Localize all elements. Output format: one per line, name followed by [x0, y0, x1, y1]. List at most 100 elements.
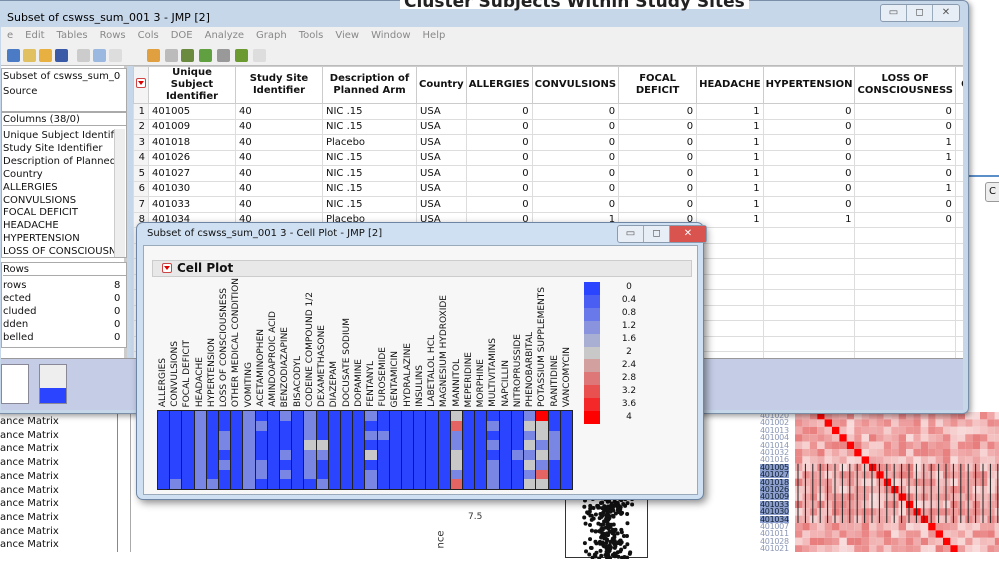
heatmap-cell[interactable]: [438, 479, 450, 489]
heatmap-cell[interactable]: [219, 459, 231, 470]
heatmap-cell[interactable]: [536, 430, 548, 441]
heatmap-cell[interactable]: [280, 469, 292, 480]
table-cell[interactable]: 1: [696, 211, 764, 228]
table-cell[interactable]: USA: [416, 149, 467, 166]
heatmap-cell[interactable]: [499, 430, 511, 441]
heatmap-cell[interactable]: [377, 440, 389, 450]
heatmap-cell[interactable]: [548, 430, 560, 441]
heatmap-cell[interactable]: [255, 479, 267, 489]
row-number[interactable]: 2: [133, 118, 149, 135]
heatmap-cell[interactable]: [524, 469, 536, 480]
table-cell[interactable]: 0: [762, 103, 856, 120]
heatmap-cell[interactable]: [365, 420, 377, 431]
report-list-item[interactable]: ance Matrix: [0, 457, 59, 468]
heatmap-cell[interactable]: [158, 440, 170, 450]
heatmap-cell[interactable]: [548, 479, 560, 489]
heatmap-cell[interactable]: [402, 459, 414, 470]
heatmap-cell[interactable]: [463, 469, 475, 480]
table-cell[interactable]: Placebo: [322, 134, 417, 151]
heatmap-cell[interactable]: [377, 411, 389, 421]
heatmap-cell[interactable]: [414, 450, 426, 460]
heatmap-cell[interactable]: [463, 420, 475, 431]
heatmap-cell[interactable]: [219, 469, 231, 480]
heatmap-cell[interactable]: [536, 411, 548, 421]
heatmap-cell[interactable]: [316, 459, 328, 470]
table-cell[interactable]: NIC .15: [322, 180, 417, 197]
heatmap-cell[interactable]: [536, 420, 548, 431]
heatmap-cell[interactable]: [231, 420, 243, 431]
table-row[interactable]: 4 401026 40 NIC .15 USA 0 0 0 1 0 1: [133, 149, 963, 166]
table-cell[interactable]: 0: [762, 118, 856, 135]
report-list-item[interactable]: ance Matrix: [0, 416, 59, 427]
heatmap-cell[interactable]: [450, 479, 463, 489]
heatmap-cell[interactable]: [158, 430, 170, 441]
table-row[interactable]: 6 401030 40 NIC .15 USA 0 0 0 1 0 1: [133, 180, 963, 197]
heatmap-cell[interactable]: [389, 430, 402, 441]
columns-header[interactable]: Columns (38/0): [3, 114, 127, 126]
heatmap-cell[interactable]: [170, 469, 182, 480]
heatmap-cell[interactable]: [243, 430, 255, 441]
heatmap-cell[interactable]: [280, 440, 292, 450]
heatmap-cell[interactable]: [280, 459, 292, 470]
table-cell[interactable]: 1: [696, 103, 764, 120]
columns-scrollbar[interactable]: [114, 129, 125, 257]
heatmap-cell[interactable]: [231, 469, 243, 480]
menu-tools[interactable]: Tools: [293, 27, 330, 46]
table-cell[interactable]: 1: [696, 180, 764, 197]
heatmap-cell[interactable]: [487, 459, 499, 470]
table-cell[interactable]: 0: [762, 180, 856, 197]
heatmap-cell[interactable]: [426, 440, 438, 450]
heatmap-cell[interactable]: [548, 411, 560, 421]
heatmap-cell[interactable]: [243, 459, 255, 470]
table-cell[interactable]: 0: [465, 180, 533, 197]
menu-e[interactable]: e: [1, 27, 19, 46]
heatmap-cell[interactable]: [170, 450, 182, 460]
column-header[interactable]: Description of Planned Arm: [322, 66, 417, 104]
menu-edit[interactable]: Edit: [19, 27, 50, 46]
report-list-item[interactable]: ance Matrix: [0, 498, 59, 509]
heatmap-cell[interactable]: [170, 459, 182, 470]
data-table-thumbnail[interactable]: [1, 364, 29, 404]
heatmap-cell[interactable]: [487, 450, 499, 460]
table-cell[interactable]: 1: [854, 134, 956, 151]
heatmap-cell[interactable]: [255, 411, 267, 421]
column-list-item[interactable]: CONVULSIONS: [3, 195, 115, 206]
red-triangle-menu-icon[interactable]: [162, 263, 172, 273]
heatmap-cell[interactable]: [426, 450, 438, 460]
table-cell[interactable]: 0: [465, 196, 533, 213]
heatmap-cell[interactable]: [377, 479, 389, 489]
close-button[interactable]: ✕: [933, 5, 959, 21]
heatmap-cell[interactable]: [243, 411, 255, 421]
heatmap-cell[interactable]: [341, 450, 353, 460]
table-cell[interactable]: 0: [762, 196, 856, 213]
table-cell[interactable]: [954, 180, 963, 197]
heatmap-cell[interactable]: [194, 469, 206, 480]
corner-cell[interactable]: [133, 66, 149, 104]
heatmap-cell[interactable]: [316, 420, 328, 431]
copy-icon[interactable]: [93, 49, 106, 62]
heatmap-cell[interactable]: [536, 479, 548, 489]
heatmap-cell[interactable]: [475, 450, 487, 460]
table-cell[interactable]: 1: [854, 180, 956, 197]
table-cell[interactable]: [954, 165, 963, 182]
heatmap-cell[interactable]: [560, 450, 572, 460]
heatmap-cell[interactable]: [353, 459, 365, 470]
heatmap-cell[interactable]: [170, 479, 182, 489]
heatmap-cell[interactable]: [316, 411, 328, 421]
table-cell[interactable]: 40: [235, 149, 323, 166]
heatmap-cell[interactable]: [292, 469, 304, 480]
table-cell[interactable]: USA: [416, 196, 467, 213]
table-cell[interactable]: [954, 134, 963, 151]
heatmap-cell[interactable]: [450, 430, 463, 441]
minimize-button[interactable]: ▭: [881, 5, 907, 21]
table-cell[interactable]: NIC .15: [322, 103, 417, 120]
heatmap-cell[interactable]: [341, 459, 353, 470]
heatmap-cell[interactable]: [243, 469, 255, 480]
heatmap-cell[interactable]: [328, 450, 341, 460]
heatmap-cell[interactable]: [511, 411, 524, 421]
heatmap-cell[interactable]: [511, 420, 524, 431]
menu-view[interactable]: View: [329, 27, 365, 46]
heatmap-cell[interactable]: [499, 420, 511, 431]
column-list-item[interactable]: HYPERTENSION: [3, 233, 115, 244]
heatmap-cell[interactable]: [182, 430, 194, 441]
